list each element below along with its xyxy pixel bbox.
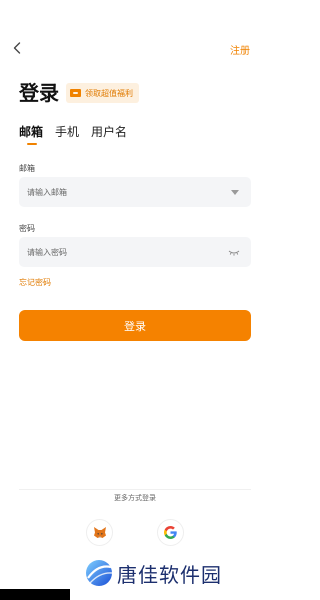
tab-email[interactable]: 邮箱 [19, 124, 44, 145]
metamask-login-button[interactable] [86, 519, 113, 546]
promo-badge[interactable]: 领取超值福利 [66, 83, 139, 103]
back-button[interactable] [10, 40, 24, 56]
email-field-label: 邮箱 [19, 164, 35, 173]
password-field-label: 密码 [19, 224, 35, 233]
caret-down-icon[interactable] [231, 190, 239, 195]
watermark-logo-icon [86, 560, 113, 586]
login-button[interactable]: 登录 [19, 310, 251, 341]
login-method-tabs: 邮箱 手机 用户名 [19, 124, 139, 145]
ticket-icon [70, 89, 81, 97]
email-input[interactable] [19, 177, 209, 207]
watermark-text: 唐佳软件园 [117, 562, 222, 587]
tab-phone-label: 手机 [55, 125, 80, 139]
tab-phone[interactable]: 手机 [55, 124, 79, 140]
watermark: 唐佳软件园 [84, 558, 222, 588]
chevron-left-icon [13, 42, 21, 54]
tab-email-label: 邮箱 [19, 125, 44, 139]
tab-username[interactable]: 用户名 [91, 124, 127, 140]
password-input[interactable] [19, 237, 209, 267]
title-row: 登录 领取超值福利 [19, 82, 139, 104]
page-title: 登录 [19, 81, 59, 105]
forgot-password-link[interactable]: 忘记密码 [19, 277, 51, 288]
top-bar: 注册 [0, 38, 270, 60]
password-field-container [19, 237, 251, 267]
bottom-black-bar [0, 589, 70, 600]
google-icon [164, 526, 177, 539]
google-login-button[interactable] [157, 519, 184, 546]
tab-username-label: 用户名 [91, 125, 128, 139]
metamask-icon [93, 527, 106, 538]
active-tab-indicator [27, 143, 37, 145]
register-link[interactable]: 注册 [230, 42, 250, 57]
more-methods-row: 更多方式登录 [0, 485, 270, 504]
promo-label: 领取超值福利 [85, 88, 133, 98]
email-field-container [19, 177, 251, 207]
eye-closed-icon[interactable] [228, 247, 240, 257]
more-methods-label: 更多方式登录 [108, 494, 162, 502]
